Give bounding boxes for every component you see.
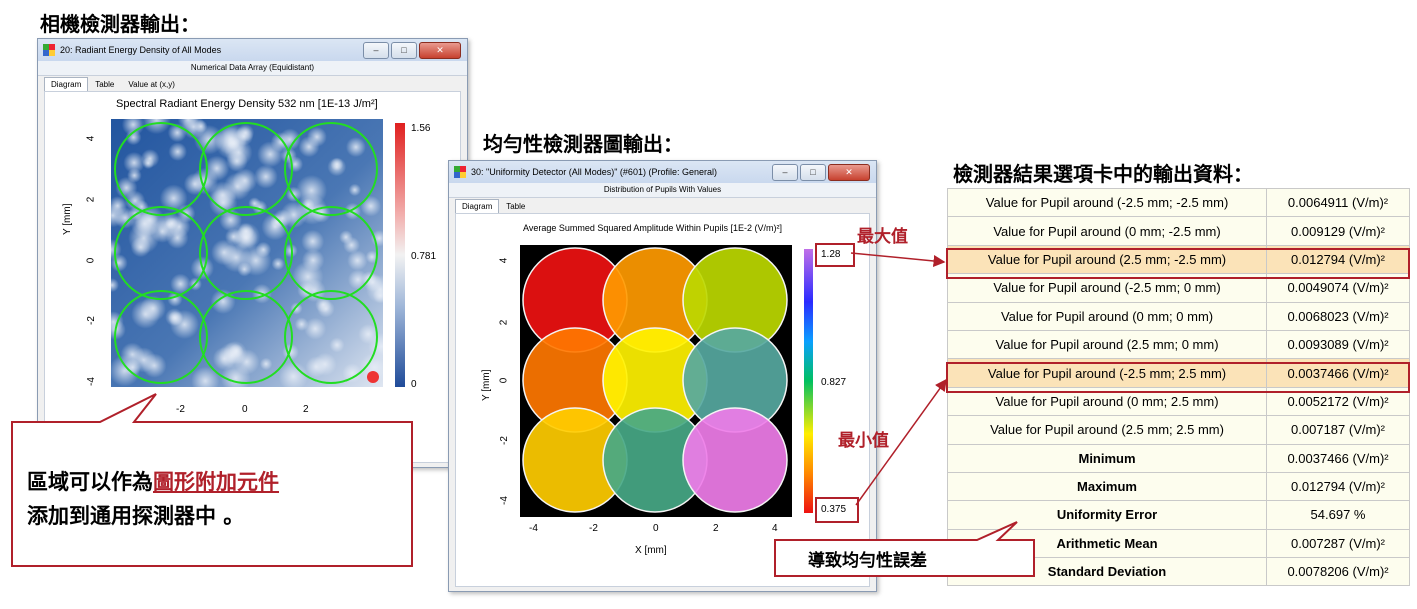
note-line-2: 添加到通用探測器中 。 bbox=[27, 504, 245, 528]
note-text: 區域可以作為 bbox=[27, 470, 153, 494]
note-line-1: 區域可以作為圖形附加元件 bbox=[27, 466, 279, 496]
min-arrow bbox=[855, 378, 947, 506]
uniformity-error-note: 導致均勻性誤差 bbox=[808, 551, 927, 571]
graphic-addon-link[interactable]: 圖形附加元件 bbox=[153, 470, 279, 494]
max-arrow bbox=[850, 252, 946, 267]
